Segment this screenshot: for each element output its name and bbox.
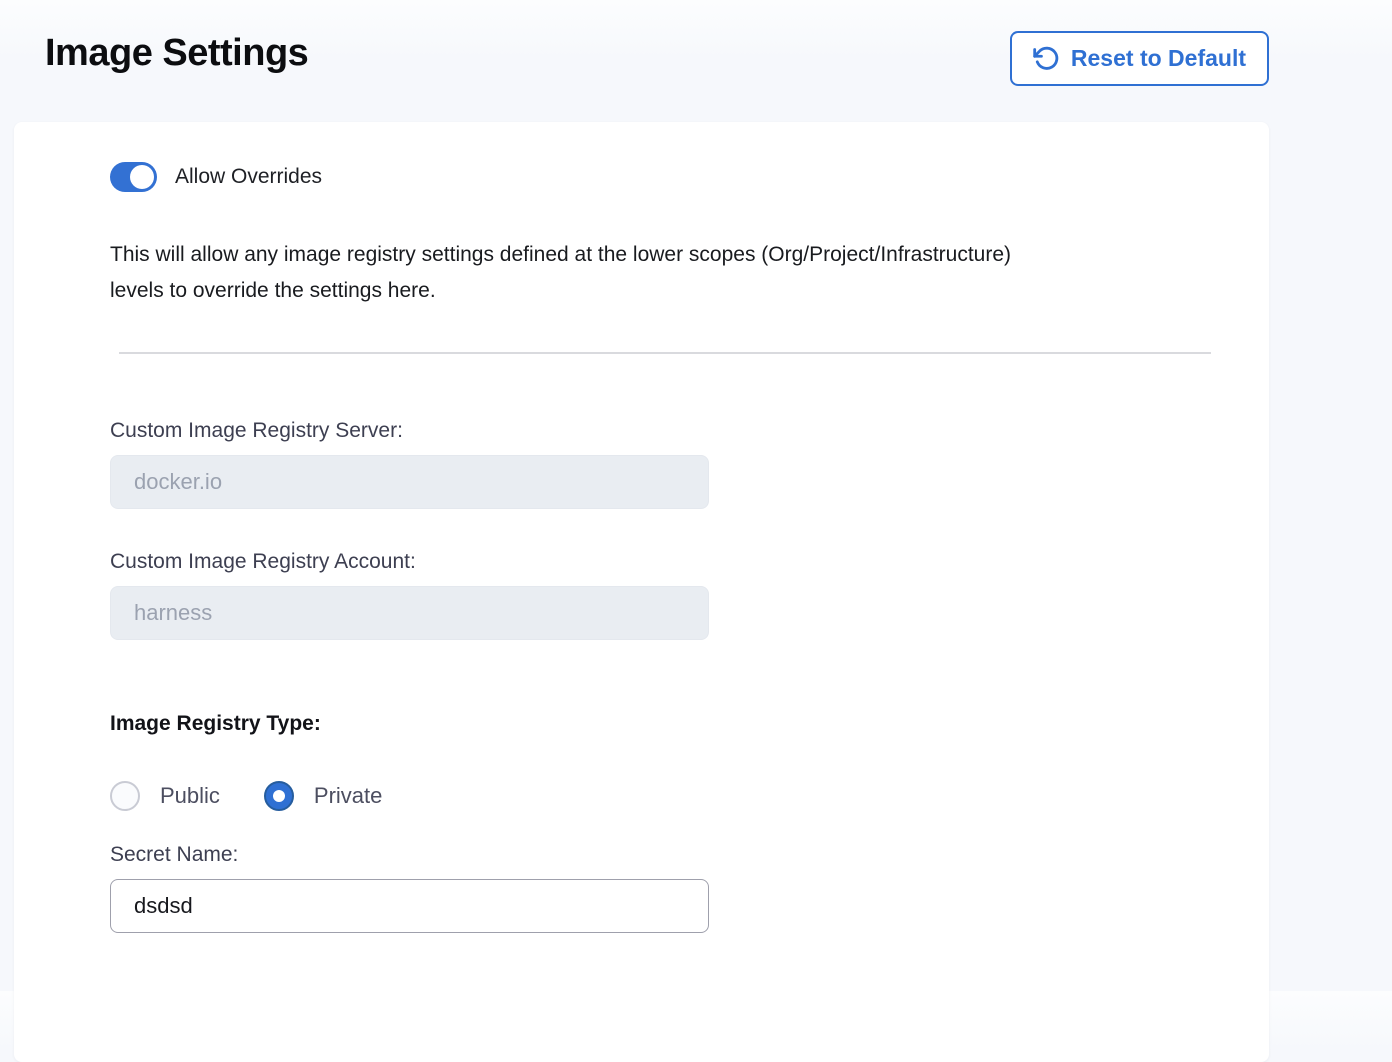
radio-public-label: Public <box>160 783 220 809</box>
radio-option-public[interactable]: Public <box>110 781 220 811</box>
section-divider <box>119 352 1211 354</box>
overrides-description-line1: This will allow any image registry setti… <box>110 237 1221 273</box>
overrides-description-line2: levels to override the settings here. <box>110 273 1221 309</box>
reset-to-default-button[interactable]: Reset to Default <box>1010 31 1269 86</box>
registry-type-radio-group: Public Private <box>110 781 1221 811</box>
page-title: Image Settings <box>45 32 308 75</box>
overrides-description: This will allow any image registry setti… <box>110 237 1221 309</box>
registry-server-input <box>110 455 709 509</box>
radio-private-label: Private <box>314 783 382 809</box>
registry-server-label: Custom Image Registry Server: <box>110 419 1221 442</box>
radio-option-private[interactable]: Private <box>264 781 382 811</box>
allow-overrides-label: Allow Overrides <box>175 165 322 189</box>
registry-account-input <box>110 586 709 640</box>
allow-overrides-row: Allow Overrides <box>110 162 1221 192</box>
secret-name-input[interactable] <box>110 879 709 933</box>
allow-overrides-toggle[interactable] <box>110 162 157 192</box>
registry-type-label: Image Registry Type: <box>110 712 1221 736</box>
radio-public-circle[interactable] <box>110 781 140 811</box>
reset-icon <box>1033 45 1060 72</box>
radio-private-circle[interactable] <box>264 781 294 811</box>
secret-name-label: Secret Name: <box>110 843 1221 866</box>
toggle-knob <box>130 165 154 189</box>
registry-account-label: Custom Image Registry Account: <box>110 550 1221 573</box>
settings-card: Allow Overrides This will allow any imag… <box>14 122 1269 1062</box>
reset-button-label: Reset to Default <box>1071 45 1246 72</box>
radio-private-dot <box>273 790 285 802</box>
